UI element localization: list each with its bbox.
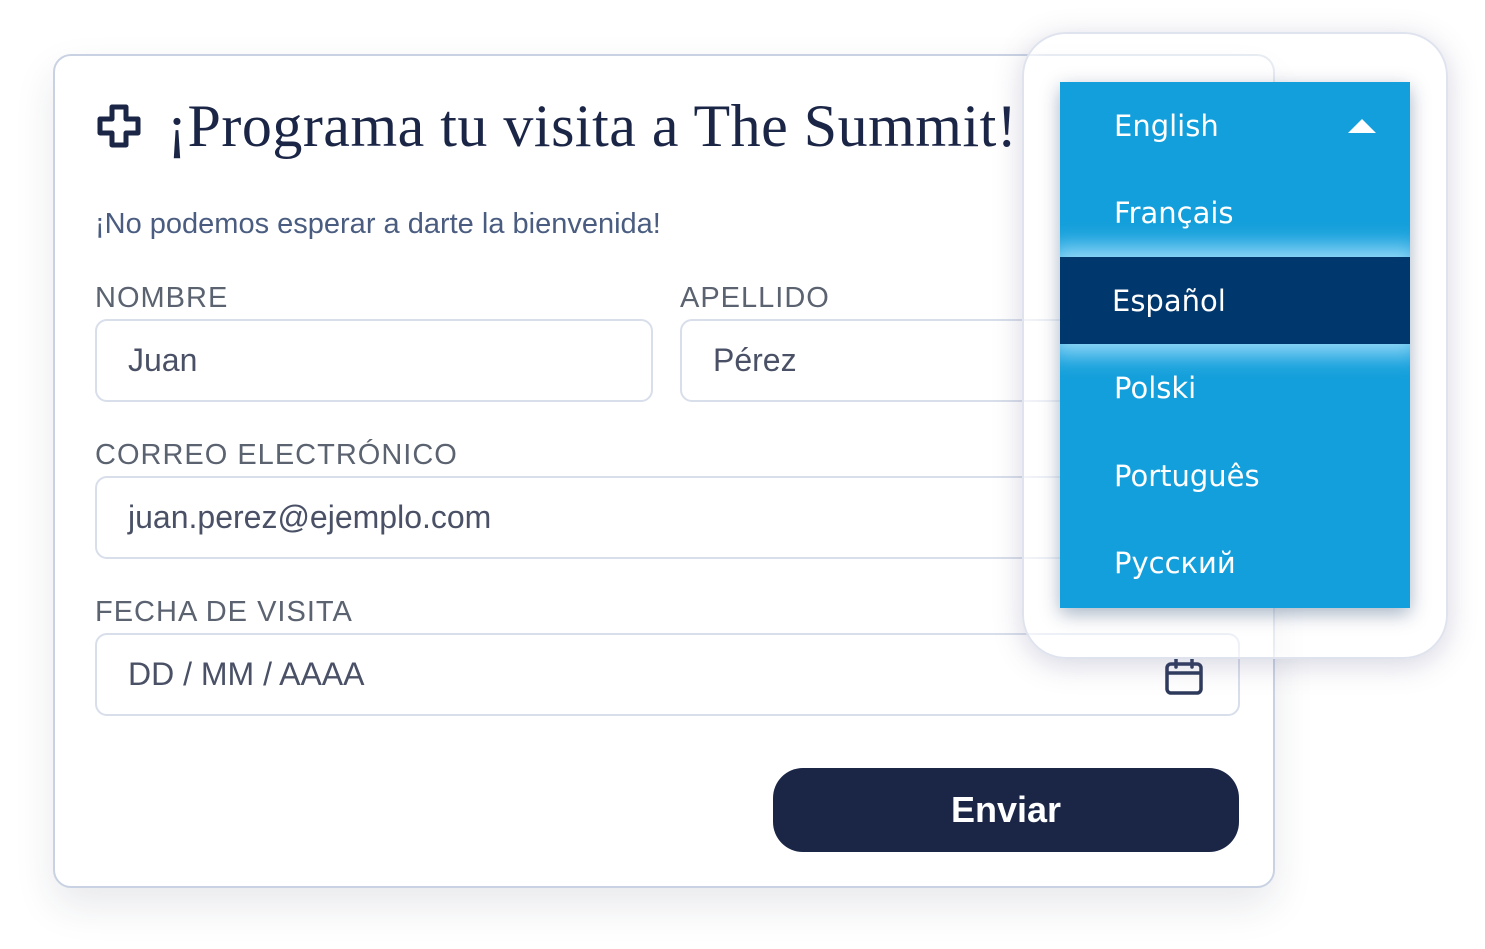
language-option-label: Polski bbox=[1114, 370, 1197, 405]
language-option-francais[interactable]: Français bbox=[1060, 169, 1410, 256]
last-name-value: Pérez bbox=[713, 342, 797, 378]
language-option-russian[interactable]: Русский bbox=[1060, 519, 1410, 606]
email-label: CORREO ELECTRÓNICO bbox=[95, 439, 458, 471]
visit-date-placeholder: DD / MM / AAAA bbox=[128, 656, 365, 692]
page-title: ¡Programa tu visita a The Summit! bbox=[167, 93, 1018, 159]
language-option-english[interactable]: English bbox=[1060, 82, 1410, 169]
language-option-label: Français bbox=[1114, 195, 1234, 230]
email-value: juan.perez@ejemplo.com bbox=[128, 499, 492, 535]
language-option-portugues[interactable]: Português bbox=[1060, 432, 1410, 519]
visit-date-label: FECHA DE VISITA bbox=[95, 596, 353, 628]
caret-up-icon[interactable] bbox=[1348, 119, 1376, 133]
first-name-field[interactable]: Juan bbox=[95, 319, 653, 402]
language-option-label: Русский bbox=[1114, 545, 1236, 580]
first-name-value: Juan bbox=[128, 342, 198, 378]
first-name-label: NOMBRE bbox=[95, 282, 229, 314]
last-name-label: APELLIDO bbox=[680, 282, 830, 314]
language-option-label: Português bbox=[1114, 458, 1260, 493]
page: ¡Programa tu visita a The Summit! ¡No po… bbox=[0, 0, 1485, 949]
language-option-label: English bbox=[1114, 108, 1219, 143]
form-header: ¡Programa tu visita a The Summit! bbox=[95, 96, 1017, 156]
calendar-icon[interactable] bbox=[1164, 657, 1204, 697]
submit-button[interactable]: Enviar bbox=[773, 768, 1239, 852]
language-option-label: Español bbox=[1112, 283, 1226, 318]
plus-cross-icon bbox=[95, 102, 143, 150]
language-option-espanol[interactable]: Español bbox=[1060, 257, 1410, 344]
language-option-polski[interactable]: Polski bbox=[1060, 344, 1410, 431]
form-subtitle: ¡No podemos esperar a darte la bienvenid… bbox=[95, 208, 661, 240]
language-dropdown-menu[interactable]: English Français Español Polski Portuguê… bbox=[1060, 82, 1410, 608]
